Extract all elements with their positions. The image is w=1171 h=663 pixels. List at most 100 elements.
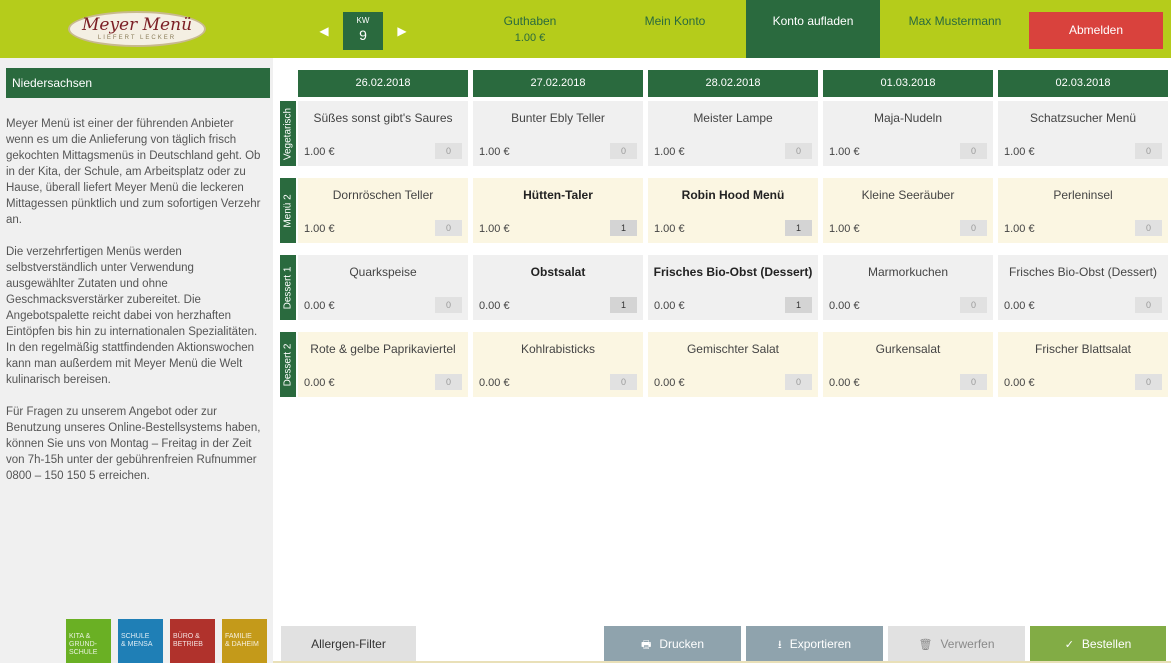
calendar-week-indicator: KW 9: [343, 12, 383, 50]
meyer-menu-logo[interactable]: Meyer Menü LIEFERT LECKER: [68, 11, 206, 47]
order-button[interactable]: ✓ Bestellen: [1030, 626, 1166, 663]
balance-value: 1.00 €: [514, 32, 546, 44]
download-icon: ⭳: [777, 639, 782, 651]
quantity-input[interactable]: 0: [960, 220, 987, 236]
menu-item-name: Frisches Bio-Obst (Dessert): [1008, 265, 1158, 279]
menu-item-card[interactable]: Hütten-Taler 1.00 € 1: [473, 178, 643, 243]
menu-category-text: Dessert 1: [282, 266, 294, 309]
logo-tagline: LIEFERT LECKER: [97, 34, 177, 41]
printer-icon: 🖶: [640, 639, 652, 651]
menu-item-card[interactable]: Gemischter Salat 0.00 € 0: [648, 332, 818, 397]
top-bar: Meyer Menü LIEFERT LECKER ◀ KW 9 ▶ Gutha…: [0, 0, 1171, 58]
menu-item-card[interactable]: Schatzsucher Menü 1.00 € 0: [998, 101, 1168, 166]
balance-display: Guthaben 1.00 €: [490, 0, 570, 58]
quantity-input[interactable]: 1: [785, 297, 812, 313]
menu-item-card[interactable]: Dornröschen Teller 1.00 € 0: [298, 178, 468, 243]
quantity-input[interactable]: 0: [1135, 297, 1162, 313]
checkmark-icon: ✓: [1064, 639, 1074, 651]
export-button[interactable]: ⭳ Exportieren: [746, 626, 883, 663]
export-label: Exportieren: [789, 637, 852, 651]
day-header: 27.02.2018: [473, 70, 643, 97]
logout-button[interactable]: Abmelden: [1029, 12, 1163, 49]
menu-item-card[interactable]: Maja-Nudeln 1.00 € 0: [823, 101, 993, 166]
quantity-input[interactable]: 0: [1135, 374, 1162, 390]
menu-item-price: 1.00 €: [304, 223, 335, 235]
menu-item-name: Marmorkuchen: [867, 265, 949, 279]
quantity-input[interactable]: 0: [435, 297, 462, 313]
menu-item-card[interactable]: Rote & gelbe Paprikaviertel 0.00 € 0: [298, 332, 468, 397]
nav-top-up-account[interactable]: Konto aufladen: [746, 0, 880, 58]
tile-buero-betrieb[interactable]: BÜRO & BETRIEB: [170, 619, 215, 663]
menu-item-card[interactable]: Frischer Blattsalat 0.00 € 0: [998, 332, 1168, 397]
menu-item-name: Maja-Nudeln: [873, 111, 943, 125]
quantity-input[interactable]: 0: [1135, 220, 1162, 236]
menu-item-card[interactable]: Marmorkuchen 0.00 € 0: [823, 255, 993, 320]
quantity-input[interactable]: 0: [960, 374, 987, 390]
menu-category-text: Vegetarisch: [282, 107, 294, 160]
menu-category-label: Dessert 1: [280, 255, 296, 320]
allergen-filter-button[interactable]: Allergen-Filter: [281, 626, 416, 663]
quantity-input[interactable]: 1: [610, 297, 637, 313]
print-button[interactable]: 🖶 Drucken: [604, 626, 741, 663]
quantity-input[interactable]: 0: [610, 143, 637, 159]
menu-item-card[interactable]: Süßes sonst gibt's Saures 1.00 € 0: [298, 101, 468, 166]
menu-category-text: Dessert 2: [282, 343, 294, 386]
menu-category-label: Vegetarisch: [280, 101, 296, 166]
menu-item-card[interactable]: Meister Lampe 1.00 € 0: [648, 101, 818, 166]
menu-item-price: 0.00 €: [829, 300, 860, 312]
calendar-week-label: KW: [356, 16, 370, 25]
menu-item-name: Dornröschen Teller: [332, 188, 434, 202]
menu-item-price: 1.00 €: [479, 223, 510, 235]
tile-kita-grundschule[interactable]: KITA & GRUND- SCHULE: [66, 619, 111, 663]
calendar-week-number: 9: [359, 27, 367, 43]
quantity-input[interactable]: 0: [785, 374, 812, 390]
quantity-input[interactable]: 0: [960, 143, 987, 159]
menu-item-price: 1.00 €: [1004, 146, 1035, 158]
menu-item-card[interactable]: Gurkensalat 0.00 € 0: [823, 332, 993, 397]
menu-item-card[interactable]: Kohlrabisticks 0.00 € 0: [473, 332, 643, 397]
quantity-input[interactable]: 0: [435, 220, 462, 236]
chevron-left-icon[interactable]: ◀: [318, 24, 330, 38]
region-title: Niedersachsen: [6, 68, 270, 98]
quantity-input[interactable]: 0: [610, 374, 637, 390]
quantity-input[interactable]: 0: [785, 143, 812, 159]
tile-schule-mensa[interactable]: SCHULE & MENSA: [118, 619, 163, 663]
balance-label: Guthaben: [503, 14, 557, 28]
trash-icon: 🗑: [918, 639, 933, 651]
quantity-input[interactable]: 0: [1135, 143, 1162, 159]
menu-item-name: Quarkspeise: [349, 265, 417, 279]
info-paragraph: Meyer Menü ist einer der führenden Anbie…: [6, 118, 261, 226]
menu-category-text: Menü 2: [282, 193, 294, 228]
day-header: 01.03.2018: [823, 70, 993, 97]
menu-item-price: 1.00 €: [304, 146, 335, 158]
quantity-input[interactable]: 0: [435, 374, 462, 390]
quantity-input[interactable]: 0: [960, 297, 987, 313]
nav-my-account[interactable]: Mein Konto: [620, 0, 730, 58]
menu-item-name: Hütten-Taler: [523, 188, 593, 202]
menu-item-name: Gurkensalat: [875, 342, 941, 356]
category-tiles: KITA & GRUND- SCHULE SCHULE & MENSA BÜRO…: [66, 619, 267, 663]
menu-item-price: 0.00 €: [654, 377, 685, 389]
quantity-input[interactable]: 0: [435, 143, 462, 159]
menu-item-card[interactable]: Frisches Bio-Obst (Dessert) 0.00 € 0: [998, 255, 1168, 320]
menu-item-card[interactable]: Perleninsel 1.00 € 0: [998, 178, 1168, 243]
menu-item-price: 1.00 €: [654, 223, 685, 235]
menu-item-card[interactable]: Kleine Seeräuber 1.00 € 0: [823, 178, 993, 243]
menu-item-price: 0.00 €: [654, 300, 685, 312]
chevron-right-icon[interactable]: ▶: [396, 24, 408, 38]
menu-item-price: 1.00 €: [479, 146, 510, 158]
quantity-input[interactable]: 1: [785, 220, 812, 236]
discard-button[interactable]: 🗑 Verwerfen: [888, 626, 1025, 663]
menu-item-card[interactable]: Obstsalat 0.00 € 1: [473, 255, 643, 320]
menu-item-name: Gemischter Salat: [686, 342, 780, 356]
menu-item-name: Schatzsucher Menü: [1029, 111, 1137, 125]
menu-item-name: Frischer Blattsalat: [1034, 342, 1132, 356]
tile-familie-daheim[interactable]: FAMILIE & DAHEIM: [222, 619, 267, 663]
menu-item-card[interactable]: Bunter Ebly Teller 1.00 € 0: [473, 101, 643, 166]
menu-item-card[interactable]: Quarkspeise 0.00 € 0: [298, 255, 468, 320]
user-name-link[interactable]: Max Mustermann: [880, 0, 1030, 58]
quantity-input[interactable]: 1: [610, 220, 637, 236]
menu-item-card[interactable]: Robin Hood Menü 1.00 € 1: [648, 178, 818, 243]
menu-item-card[interactable]: Frisches Bio-Obst (Dessert) 0.00 € 1: [648, 255, 818, 320]
menu-item-price: 1.00 €: [654, 146, 685, 158]
